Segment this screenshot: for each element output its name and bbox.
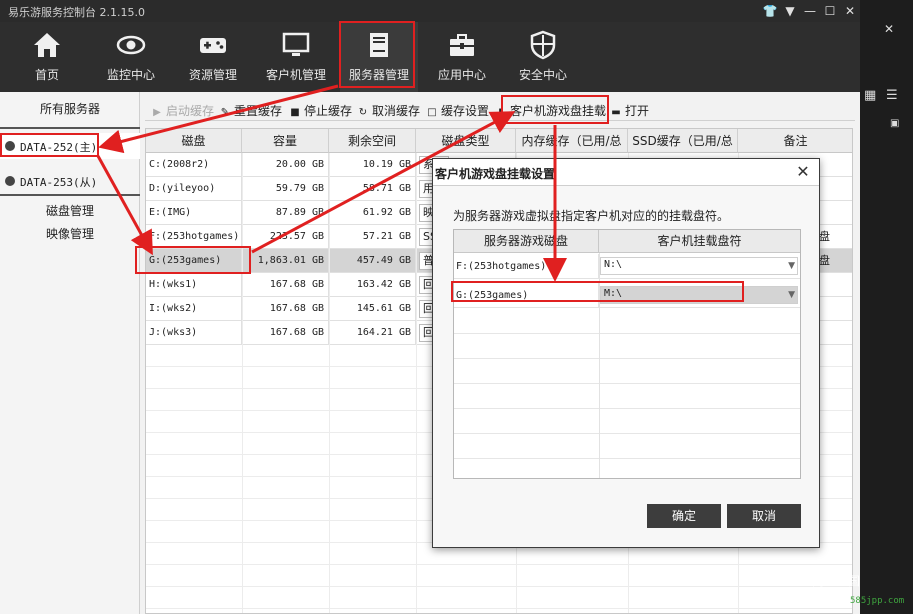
- watermark-site: 585jpp.com: [850, 596, 905, 606]
- arrow-to-g-disk: [96, 155, 153, 256]
- arrow-to-mount-button: [251, 111, 516, 254]
- annotation-arrows: [96, 84, 567, 282]
- watermark-text: 网吧三国: [812, 574, 861, 588]
- arrow-to-server: [98, 84, 339, 154]
